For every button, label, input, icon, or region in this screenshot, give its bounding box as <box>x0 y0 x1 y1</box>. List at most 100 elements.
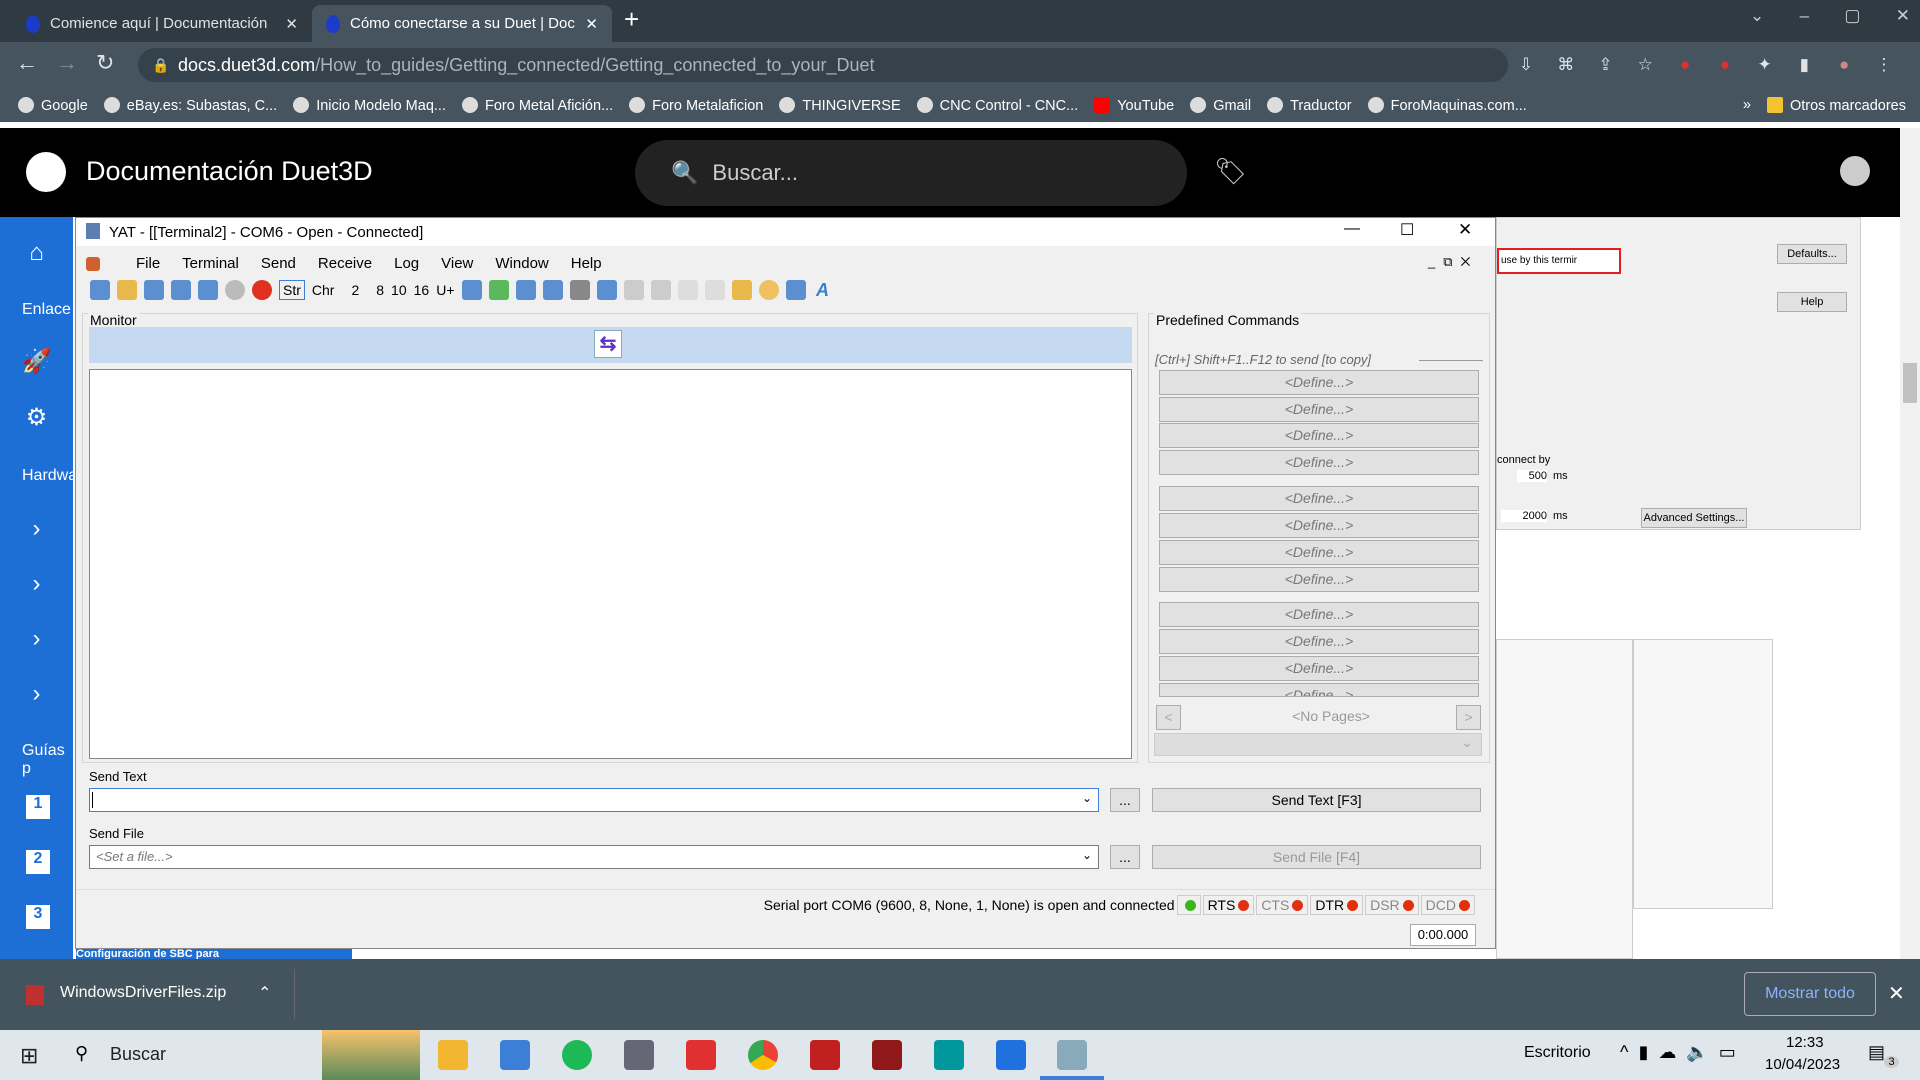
clock-time[interactable]: 12:33 <box>1786 1034 1824 1051</box>
radix-2[interactable]: 2 <box>351 282 359 298</box>
bookmark[interactable]: Foro Metalaficion <box>629 96 763 114</box>
page-scrollbar[interactable] <box>1900 128 1920 959</box>
signal-dsr[interactable]: DSR <box>1365 894 1419 915</box>
radix-10[interactable]: 10 <box>391 282 407 298</box>
taskbar-search[interactable]: Buscar <box>110 1044 166 1065</box>
bookmark[interactable]: CNC Control - CNC... <box>916 96 1078 114</box>
predefined-command-button[interactable]: <Define...> <box>1159 397 1479 422</box>
bookmark[interactable]: YouTube <box>1094 96 1174 114</box>
notifications-icon[interactable]: ▤ <box>1868 1042 1885 1063</box>
save-all-icon[interactable] <box>171 280 191 300</box>
bookmark[interactable]: Traductor <box>1267 96 1352 114</box>
send-receive-icon[interactable] <box>785 280 806 300</box>
page-select[interactable]: ⌄ <box>1154 733 1482 756</box>
terminal-settings-icon[interactable] <box>198 280 218 300</box>
chevron-right-icon[interactable]: › <box>0 625 73 653</box>
refresh-icon[interactable] <box>488 280 509 300</box>
tab-search-icon[interactable]: ⌄ <box>1750 6 1764 34</box>
radix-unicode[interactable]: U+ <box>436 282 454 298</box>
ublock-icon[interactable]: ● <box>1674 55 1696 75</box>
radix-8[interactable]: 8 <box>376 282 384 298</box>
chevron-down-icon[interactable]: ⌄ <box>1082 791 1092 805</box>
prev-page-button[interactable]: < <box>1156 705 1181 730</box>
calculator-icon[interactable] <box>624 1040 654 1070</box>
send-file-browse-button[interactable]: ... <box>1110 845 1140 869</box>
maximize-button[interactable]: ☐ <box>1400 220 1414 240</box>
radix-chr[interactable]: Chr <box>312 282 335 298</box>
signal-rts[interactable]: RTS <box>1202 894 1255 915</box>
show-all-button[interactable]: Mostrar todo <box>1744 972 1876 1016</box>
url-bar[interactable]: 🔒 docs.duet3d.com/How_to_guides/Getting_c… <box>138 48 1508 82</box>
bottom-nav-link[interactable]: Configuración de SBC para <box>76 948 352 959</box>
back-icon[interactable]: ← <box>16 50 38 76</box>
gear-icon[interactable]: ⚙ <box>0 403 73 432</box>
reload-icon[interactable]: ↻ <box>96 50 114 76</box>
chevron-down-icon[interactable]: ⌄ <box>1082 848 1092 862</box>
account-icon[interactable] <box>1840 156 1870 186</box>
close-download-bar-icon[interactable]: ✕ <box>1888 981 1905 1006</box>
radix-str[interactable]: Str <box>279 280 305 300</box>
tags-icon[interactable]: 🏷 <box>1214 156 1247 187</box>
windows-start-icon[interactable]: ⊞ <box>20 1043 38 1069</box>
signal-dtr[interactable]: DTR <box>1310 894 1364 915</box>
number-3-icon[interactable]: 3 <box>26 905 50 929</box>
yat-taskbar-icon[interactable] <box>1057 1040 1087 1070</box>
tab-como-conectarse[interactable]: Cómo conectarse a su Duet | Doc ✕ <box>312 5 612 42</box>
number-2-icon[interactable]: 2 <box>26 850 50 874</box>
signal-cts[interactable]: CTS <box>1256 894 1309 915</box>
menu-log[interactable]: Log <box>394 255 419 272</box>
close-tab-icon[interactable]: ✕ <box>585 15 598 33</box>
chat-icon[interactable] <box>758 280 779 300</box>
chevron-right-icon[interactable]: › <box>0 515 73 543</box>
arduino-icon[interactable] <box>934 1040 964 1070</box>
predefined-command-button[interactable]: <Define...> <box>1159 567 1479 592</box>
chevron-up-icon[interactable]: ⌃ <box>258 983 271 1003</box>
menu-receive[interactable]: Receive <box>318 255 372 272</box>
more-bookmarks[interactable]: » <box>1743 97 1751 113</box>
bookmark[interactable]: Foro Metal Afición... <box>461 96 613 114</box>
font-icon[interactable]: A <box>813 280 833 300</box>
predefined-command-button[interactable]: <Define...> <box>1159 602 1479 627</box>
other-bookmarks[interactable]: Otros marcadores <box>1766 96 1906 114</box>
control-panel-icon[interactable] <box>500 1040 530 1070</box>
bookmark-star-icon[interactable]: ☆ <box>1634 55 1656 75</box>
save-monitor-icon[interactable] <box>542 280 563 300</box>
menu-window[interactable]: Window <box>495 255 548 272</box>
send-text-input[interactable]: ⌄ <box>89 788 1099 812</box>
open-icon[interactable] <box>117 280 137 300</box>
signal-dcd[interactable]: DCD <box>1420 894 1475 915</box>
predefined-command-button[interactable]: <Define...> <box>1159 540 1479 565</box>
predefined-command-button[interactable]: <Define...> <box>1159 370 1479 395</box>
save-icon[interactable] <box>144 280 164 300</box>
side-panel-icon[interactable]: ▮ <box>1793 55 1815 75</box>
install-icon[interactable]: ⇩ <box>1515 55 1537 75</box>
bookmark[interactable]: THINGIVERSE <box>779 96 901 114</box>
number-1-icon[interactable]: 1 <box>26 795 50 819</box>
monitor-area[interactable] <box>89 369 1132 759</box>
scrollbar-thumb[interactable] <box>1903 363 1917 403</box>
share-icon[interactable]: ⇪ <box>1595 55 1617 75</box>
new-tab-button[interactable]: + <box>624 4 639 35</box>
clock-date[interactable]: 10/04/2023 <box>1765 1056 1840 1073</box>
site-search[interactable]: 🔍 Buscar... <box>635 140 1187 206</box>
predefined-command-button[interactable]: <Define...> <box>1159 629 1479 654</box>
radix-16[interactable]: 16 <box>414 282 430 298</box>
menu-terminal[interactable]: Terminal <box>182 255 239 272</box>
predefined-command-button[interactable]: <Define...> <box>1159 486 1479 511</box>
browser-minimize-icon[interactable]: – <box>1800 6 1809 34</box>
menu-send[interactable]: Send <box>261 255 296 272</box>
send-file-input[interactable]: <Set a file...> ⌄ <box>89 845 1099 869</box>
bidirectional-icon[interactable]: ⇆ <box>594 330 622 358</box>
mdi-child-controls[interactable]: _⧉✕ <box>1428 254 1478 270</box>
close-tab-icon[interactable]: ✕ <box>285 15 298 33</box>
app-c-icon[interactable] <box>996 1040 1026 1070</box>
log-off-icon[interactable] <box>677 280 698 300</box>
log-settings-icon[interactable] <box>623 280 644 300</box>
chevron-right-icon[interactable]: › <box>0 570 73 598</box>
menu-help[interactable]: Help <box>571 255 602 272</box>
translate-icon[interactable]: ⌘ <box>1555 55 1577 75</box>
predefined-command-button[interactable]: <Define...> <box>1159 683 1479 697</box>
solidworks-icon[interactable] <box>810 1040 840 1070</box>
bookmark[interactable]: Gmail <box>1190 96 1251 114</box>
tab-comience[interactable]: Comience aquí | Documentación ✕ <box>12 5 312 42</box>
